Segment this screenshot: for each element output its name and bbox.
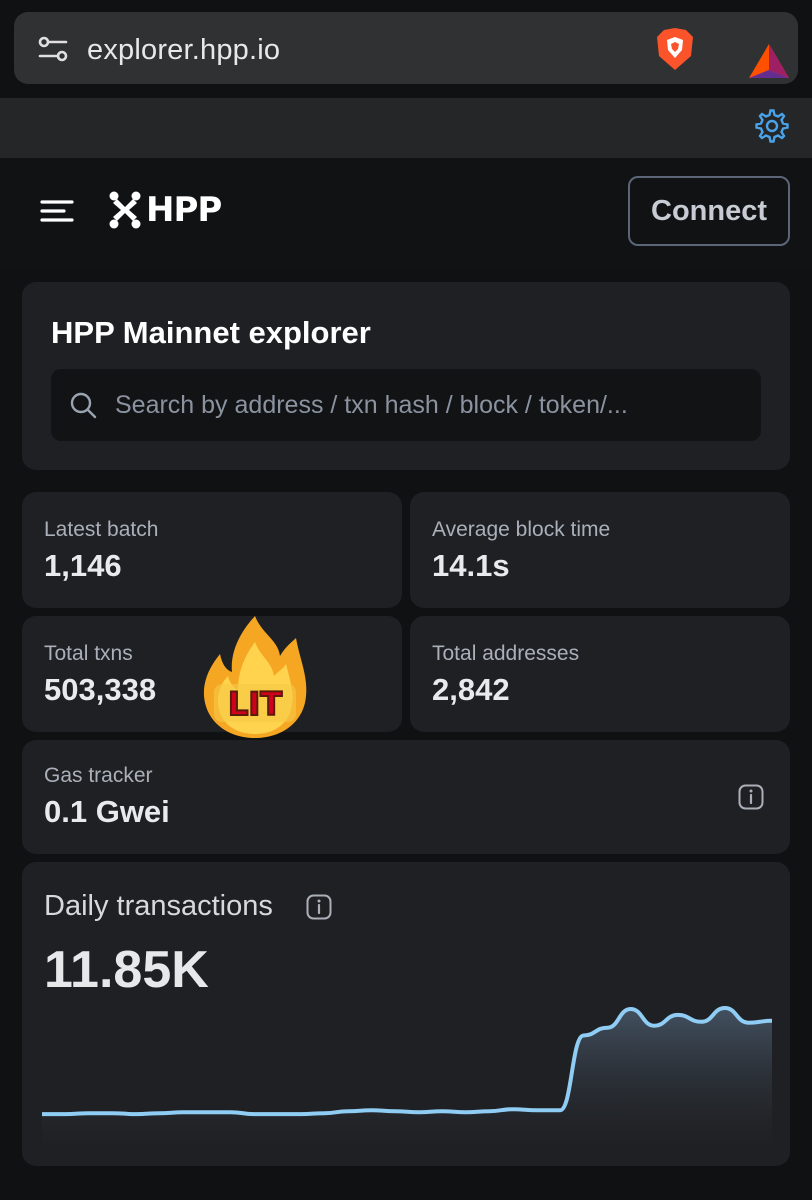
- info-icon[interactable]: [306, 894, 332, 920]
- gear-icon[interactable]: [754, 108, 790, 144]
- hero-card: HPP Mainnet explorer: [22, 282, 790, 470]
- page-title: HPP Mainnet explorer: [51, 315, 371, 350]
- lit-sticker-letters: LIT: [214, 684, 296, 724]
- brave-shields-icon[interactable]: [653, 26, 697, 72]
- bat-rewards-icon[interactable]: [747, 42, 791, 80]
- stat-value: 1,146: [44, 548, 122, 583]
- logo-text: HPP: [146, 190, 222, 230]
- url-text[interactable]: explorer.hpp.io: [87, 34, 280, 67]
- stat-card-total-addresses[interactable]: Total addresses 2,842: [410, 616, 790, 732]
- daily-transactions-value: 11.85K: [44, 941, 209, 999]
- chart-area-fill: [42, 1008, 772, 1152]
- search-icon: [70, 392, 97, 419]
- stat-label: Gas tracker: [44, 764, 153, 787]
- daily-transactions-chart[interactable]: [42, 1002, 772, 1152]
- top-toolbar: [0, 98, 812, 158]
- stat-label: Average block time: [432, 518, 611, 541]
- hamburger-menu-icon[interactable]: [40, 198, 74, 224]
- stat-label: Total addresses: [432, 642, 580, 665]
- lit-fire-sticker-icon: LIT: [203, 616, 307, 738]
- stat-value: 2,842: [432, 672, 510, 707]
- daily-transactions-card[interactable]: Daily transactions 11.85K: [22, 862, 790, 1166]
- search-box[interactable]: [51, 369, 761, 441]
- lit-sticker-text: LIT: [228, 685, 282, 723]
- browser-url-bar[interactable]: explorer.hpp.io: [14, 12, 798, 84]
- chart-title: Daily transactions: [44, 890, 273, 922]
- hpp-logo-mark-icon: [109, 191, 141, 229]
- stat-label: Latest batch: [44, 518, 159, 541]
- hpp-logo[interactable]: HPP: [108, 190, 222, 230]
- stat-label: Total txns: [44, 642, 133, 665]
- connect-wallet-button[interactable]: Connect: [628, 176, 790, 246]
- info-icon[interactable]: [738, 784, 764, 810]
- stat-card-latest-batch[interactable]: Latest batch 1,146: [22, 492, 402, 608]
- stat-value: 503,338: [44, 672, 157, 707]
- stat-value: 0.1 Gwei: [44, 794, 170, 829]
- stat-value: 14.1s: [432, 548, 510, 583]
- stat-card-gas-tracker[interactable]: Gas tracker 0.1 Gwei: [22, 740, 790, 854]
- site-settings-icon[interactable]: [38, 34, 68, 64]
- stat-card-average-block-time[interactable]: Average block time 14.1s: [410, 492, 790, 608]
- search-input[interactable]: [115, 369, 745, 441]
